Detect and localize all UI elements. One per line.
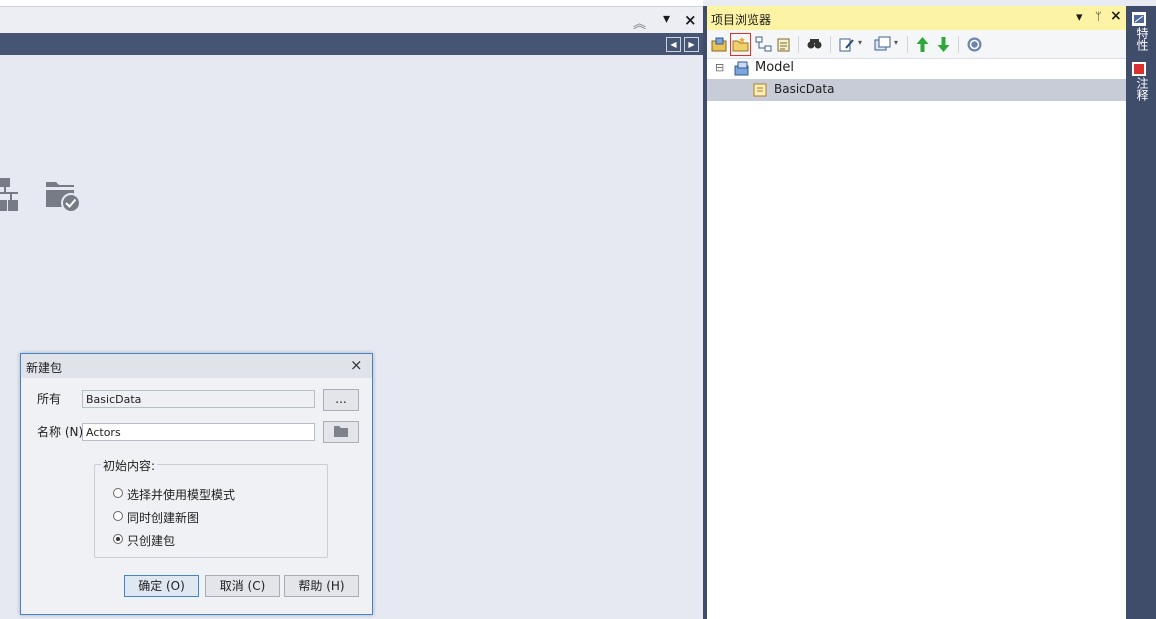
collapse-icon[interactable]: ︽: [633, 13, 646, 32]
tree-expander-icon[interactable]: ⊟: [715, 61, 724, 74]
option-create-diagram[interactable]: 同时创建新图: [113, 508, 313, 526]
package-icon: [753, 83, 767, 97]
project-browser-toolbar: ▾ ▾: [707, 30, 1126, 59]
dropdown-icon[interactable]: ▾: [663, 11, 670, 27]
option-label: 同时创建新图: [127, 511, 200, 525]
browse-owner-button[interactable]: ...: [323, 389, 359, 411]
new-package-icon: [732, 37, 749, 52]
new-model-icon[interactable]: [711, 36, 728, 53]
tree-node-basicdata[interactable]: BasicData: [707, 79, 1126, 101]
find-icon[interactable]: [806, 36, 823, 53]
nav-prev-icon[interactable]: ◀: [666, 37, 681, 52]
initial-content-group: 初始内容: 选择并使用模型模式 同时创建新图 只创建包: [94, 457, 328, 558]
name-input[interactable]: Actors: [82, 423, 315, 441]
document-sub-bar: ◀ ▶: [0, 33, 703, 55]
edit-icon[interactable]: [838, 36, 855, 53]
edit-dropdown-icon[interactable]: ▾: [858, 38, 862, 47]
project-browser-panel: 项目浏览器 ▾ ᛘ × ▾ ▾ ⊟ Model BasicData: [707, 6, 1126, 619]
new-element-icon[interactable]: [775, 36, 792, 53]
tree-node-label: Model: [755, 60, 795, 75]
radio-button[interactable]: [113, 511, 123, 521]
panel-close-icon[interactable]: ×: [1110, 8, 1122, 24]
dialog-title: 新建包: [26, 361, 63, 375]
help-icon[interactable]: [966, 36, 983, 53]
copy-dropdown-icon[interactable]: ▾: [894, 38, 898, 47]
folder-icon: [334, 426, 348, 437]
panel-title: 项目浏览器: [711, 13, 772, 27]
pin-icon[interactable]: ᛘ: [1095, 10, 1102, 23]
copy-icon[interactable]: [874, 36, 891, 53]
tree-node-model[interactable]: ⊟ Model: [707, 57, 1126, 79]
new-package-button[interactable]: [730, 33, 751, 56]
document-tab-bar: ︽ ▾ ×: [0, 6, 703, 34]
folder-check-icon[interactable]: [45, 178, 83, 214]
properties-tab[interactable]: 特性: [1131, 27, 1151, 57]
option-label: 选择并使用模型模式: [127, 488, 236, 502]
close-icon[interactable]: ×: [684, 11, 697, 29]
notes-tab-icon: [1132, 62, 1146, 76]
group-title: 初始内容:: [101, 457, 158, 474]
help-button[interactable]: 帮助 (H): [284, 575, 359, 597]
right-dock-bar: 特性 注释: [1126, 6, 1156, 619]
project-browser-titlebar: 项目浏览器 ▾ ᛘ ×: [707, 6, 1126, 30]
owner-field[interactable]: BasicData: [82, 390, 315, 408]
dialog-titlebar: 新建包 ×: [21, 354, 372, 378]
folder-browse-button[interactable]: [323, 421, 359, 443]
new-diagram-icon[interactable]: [755, 36, 772, 53]
model-root-icon: [734, 61, 749, 76]
toolbar-separator: [830, 36, 831, 53]
dialog-close-icon[interactable]: ×: [350, 356, 363, 374]
radio-button-selected[interactable]: [113, 534, 123, 544]
cancel-button[interactable]: 取消 (C): [205, 575, 280, 597]
option-label: 只创建包: [127, 534, 176, 548]
radio-button[interactable]: [113, 488, 123, 498]
tree-node-label: BasicData: [774, 82, 835, 96]
move-down-icon[interactable]: [935, 36, 952, 53]
name-label: 名称 (N):: [37, 425, 88, 439]
option-use-model-pattern[interactable]: 选择并使用模型模式: [113, 485, 313, 503]
notes-tab[interactable]: 注释: [1131, 77, 1151, 107]
toolbar-separator: [798, 36, 799, 53]
owner-label: 所有: [37, 392, 62, 406]
nav-next-icon[interactable]: ▶: [684, 37, 699, 52]
new-package-dialog: 新建包 × 所有 BasicData ... 名称 (N): Actors 初始…: [20, 353, 373, 615]
toolbar-separator: [958, 36, 959, 53]
properties-tab-icon: [1132, 12, 1146, 26]
toolbar-separator: [907, 36, 908, 53]
option-package-only[interactable]: 只创建包: [113, 531, 313, 549]
panel-menu-icon[interactable]: ▾: [1076, 10, 1083, 25]
hierarchy-icon[interactable]: [0, 178, 22, 214]
ok-button[interactable]: 确定 (O): [124, 575, 199, 597]
move-up-icon[interactable]: [914, 36, 931, 53]
